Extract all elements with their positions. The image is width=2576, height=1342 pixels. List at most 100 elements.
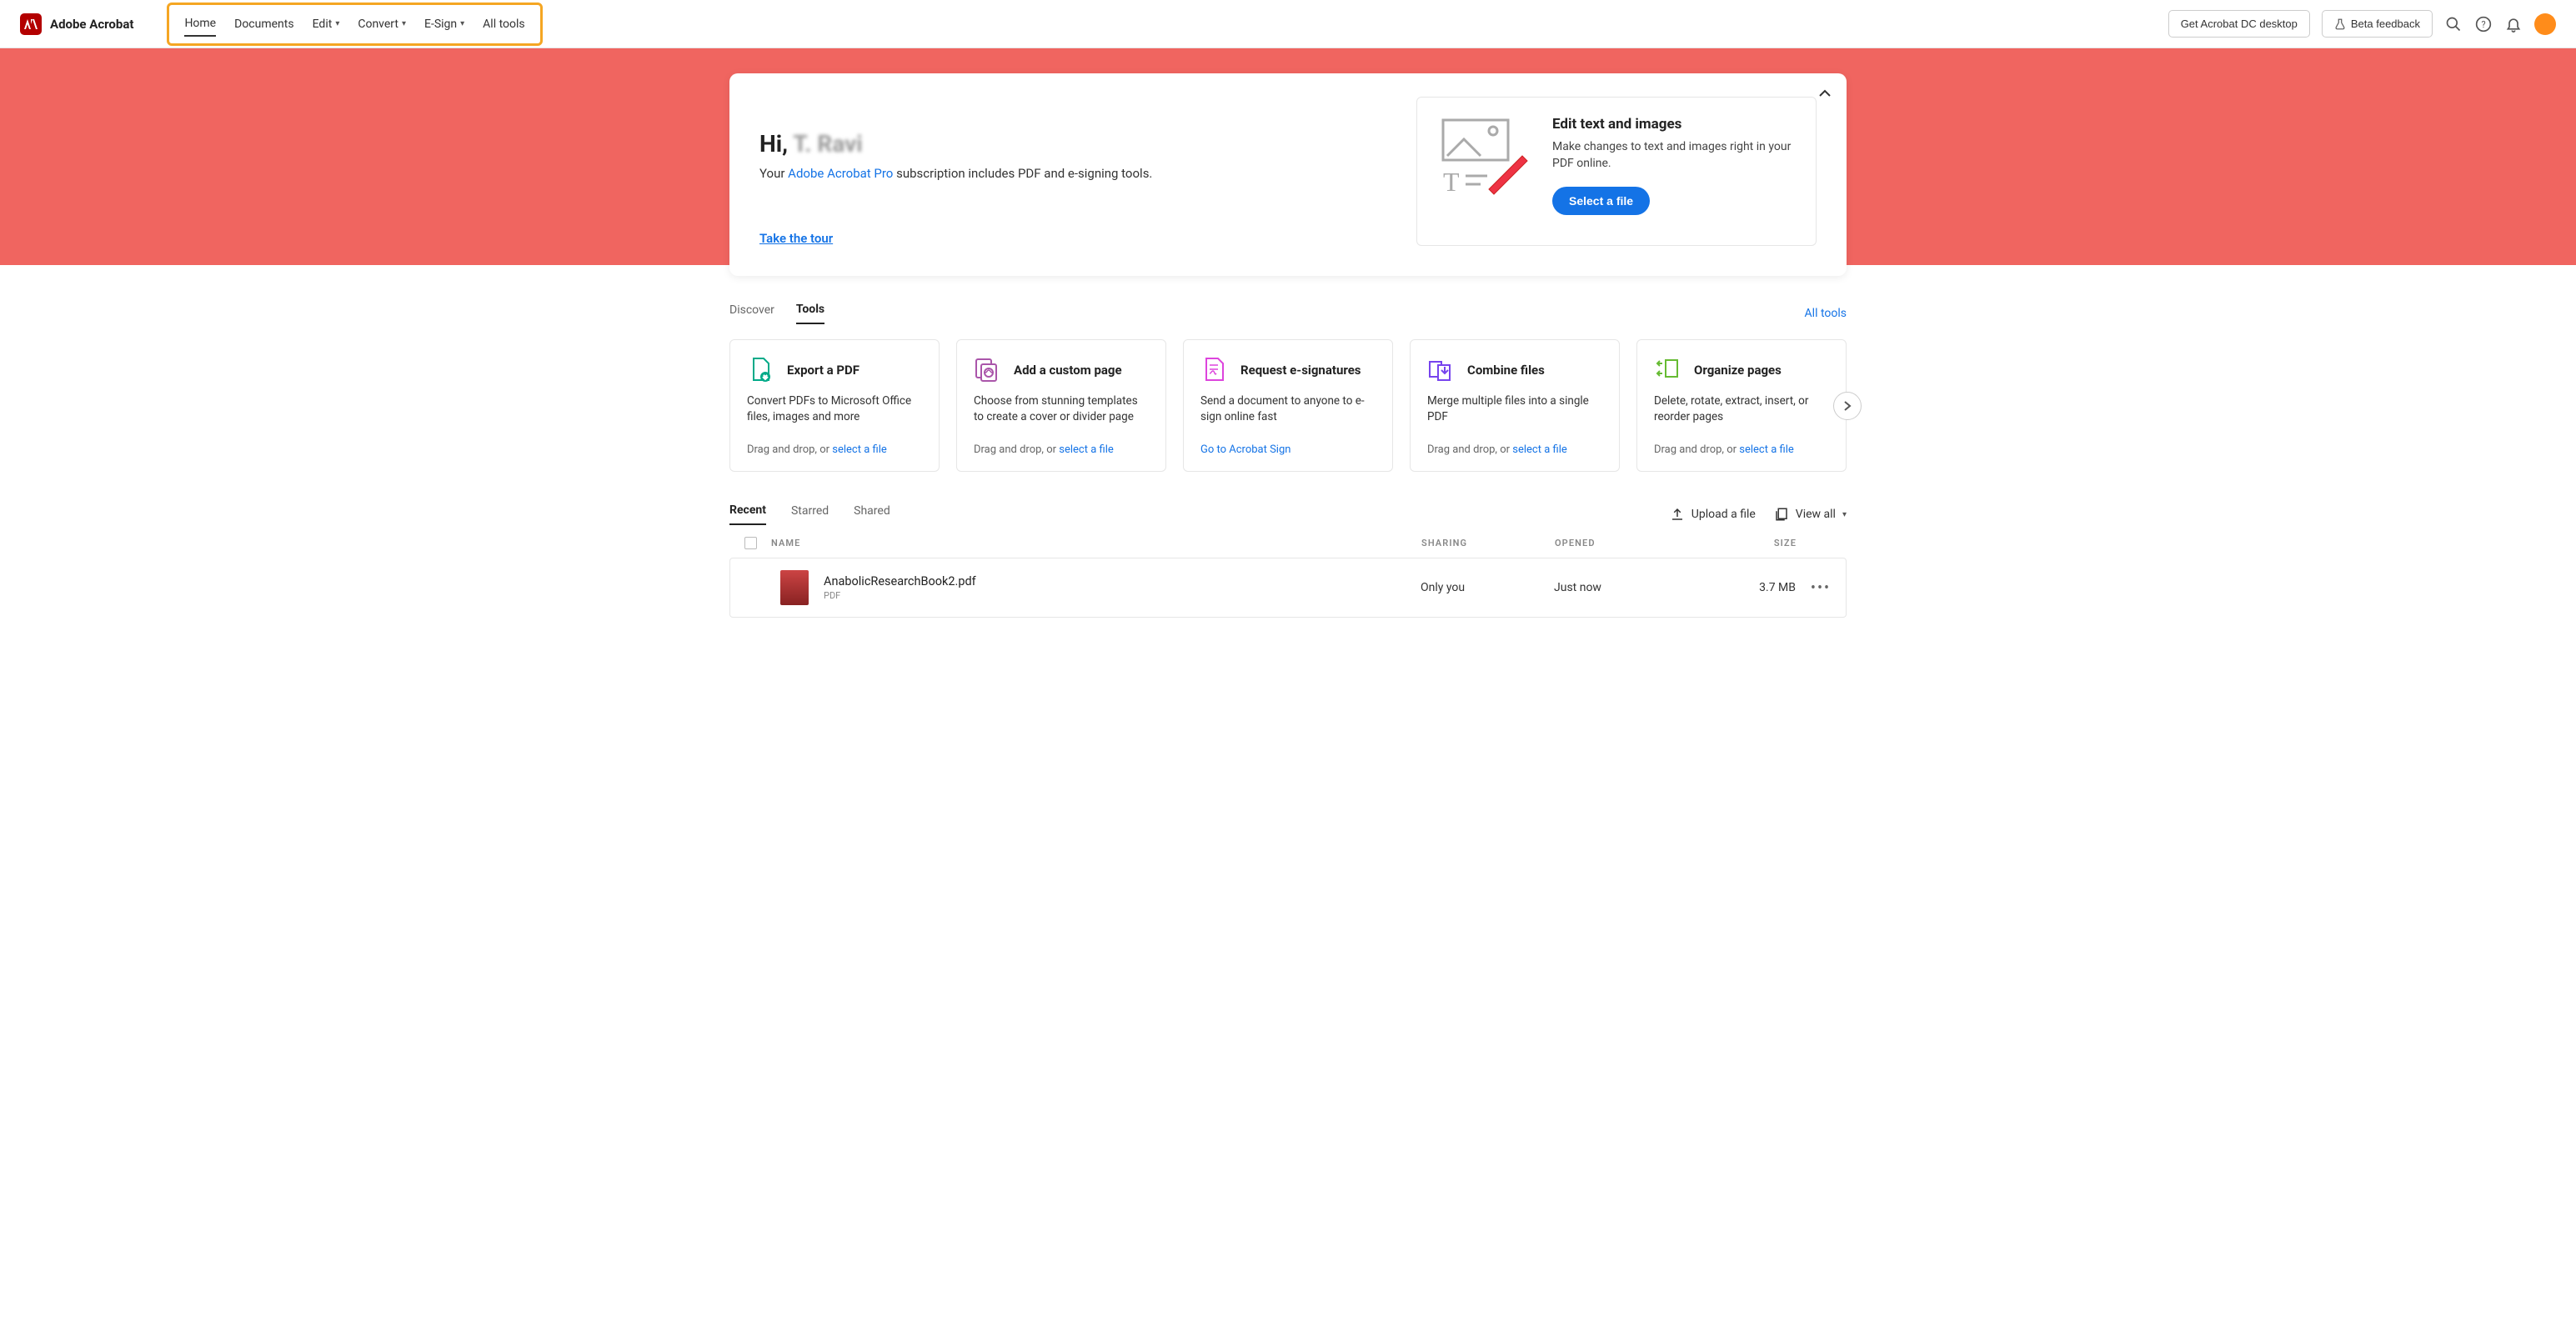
upload-label: Upload a file — [1691, 508, 1756, 521]
select-file-button[interactable]: Select a file — [1552, 187, 1650, 215]
header-actions: Get Acrobat DC desktop Beta feedback ? — [2168, 10, 2556, 38]
promo-description: Make changes to text and images right in… — [1552, 139, 1794, 172]
svg-text:T: T — [1443, 167, 1460, 197]
file-size: 3.7 MB — [1687, 581, 1796, 594]
tool-combine-files[interactable]: Combine files Merge multiple files into … — [1410, 339, 1620, 472]
svg-text:?: ? — [2481, 19, 2485, 30]
tool-title: Organize pages — [1694, 363, 1782, 378]
nav-all-tools[interactable]: All tools — [483, 13, 524, 36]
tool-action: Go to Acrobat Sign — [1200, 443, 1376, 456]
col-name[interactable]: NAME — [771, 538, 1421, 548]
chevron-down-icon: ▾ — [1842, 510, 1847, 519]
all-tools-link[interactable]: All tools — [1805, 307, 1847, 320]
nav-documents[interactable]: Documents — [234, 13, 293, 36]
recent-tabs: Recent Starred Shared Upload a file View… — [729, 503, 1847, 525]
sub-suffix: subscription includes PDF and e-signing … — [893, 166, 1152, 181]
chevron-down-icon: ▾ — [335, 19, 339, 28]
tool-add-custom-page[interactable]: Add a custom page Choose from stunning t… — [956, 339, 1166, 472]
user-avatar[interactable] — [2534, 13, 2556, 35]
tool-request-esignatures[interactable]: Request e-signatures Send a document to … — [1183, 339, 1393, 472]
organize-icon — [1654, 357, 1681, 383]
col-size[interactable]: SIZE — [1688, 538, 1797, 548]
search-icon[interactable] — [2444, 15, 2463, 33]
brand: Adobe Acrobat — [20, 13, 133, 35]
promo-card: T Edit text and images Make changes to t… — [1416, 97, 1817, 246]
greeting: Hi, T. Ravi — [759, 130, 1383, 158]
copy-icon — [1774, 507, 1789, 522]
file-thumbnail — [780, 570, 809, 605]
brand-name: Adobe Acrobat — [50, 17, 133, 32]
tab-shared[interactable]: Shared — [854, 504, 890, 524]
tab-starred[interactable]: Starred — [791, 504, 829, 524]
tool-title: Export a PDF — [787, 363, 860, 378]
nav-documents-label: Documents — [234, 18, 293, 31]
select-file-link[interactable]: select a file — [1059, 443, 1114, 456]
tools-row: Export a PDF Convert PDFs to Microsoft O… — [729, 339, 1847, 472]
export-pdf-icon — [747, 357, 774, 383]
bell-icon[interactable] — [2504, 15, 2523, 33]
files-table-header: NAME SHARING OPENED SIZE — [729, 525, 1847, 558]
tool-desc: Convert PDFs to Microsoft Office files, … — [747, 393, 922, 425]
take-tour-link[interactable]: Take the tour — [759, 231, 833, 246]
tool-action: Drag and drop, or select a file — [974, 443, 1149, 456]
collapse-hero-icon[interactable] — [1818, 85, 1832, 101]
custom-page-icon — [974, 357, 1000, 383]
select-file-link[interactable]: select a file — [1512, 443, 1567, 456]
acrobat-pro-link[interactable]: Adobe Acrobat Pro — [788, 166, 893, 181]
tab-tools[interactable]: Tools — [796, 303, 824, 324]
select-file-link[interactable]: select a file — [1739, 443, 1794, 456]
col-sharing[interactable]: SHARING — [1421, 538, 1555, 548]
beaker-icon — [2334, 18, 2346, 30]
subscription-text: Your Adobe Acrobat Pro subscription incl… — [759, 166, 1383, 181]
tool-organize-pages[interactable]: Organize pages Delete, rotate, extract, … — [1636, 339, 1847, 472]
greet-name: T. Ravi — [793, 130, 862, 158]
hero-card: Hi, T. Ravi Your Adobe Acrobat Pro subsc… — [729, 73, 1847, 276]
nav-edit[interactable]: Edit▾ — [313, 13, 340, 36]
upload-icon — [1670, 507, 1685, 522]
tools-scroll-next-button[interactable] — [1833, 392, 1862, 420]
app-header: Adobe Acrobat Home Documents Edit▾ Conve… — [0, 0, 2576, 48]
file-type: PDF — [824, 590, 976, 601]
sub-prefix: Your — [759, 166, 788, 181]
nav-convert[interactable]: Convert ▾ — [358, 13, 406, 36]
section-tabs: Discover Tools All tools — [729, 303, 1847, 324]
chevron-down-icon: ▾ — [460, 19, 464, 28]
nav-home-label: Home — [184, 17, 216, 30]
tab-recent[interactable]: Recent — [729, 503, 766, 525]
tab-discover[interactable]: Discover — [729, 303, 774, 323]
edit-image-icon: T — [1439, 116, 1531, 203]
nav-esign[interactable]: E-Sign▾ — [424, 13, 464, 36]
tool-desc: Delete, rotate, extract, insert, or reor… — [1654, 393, 1829, 425]
tool-desc: Merge multiple files into a single PDF — [1427, 393, 1602, 425]
nav-convert-label: Convert — [358, 18, 398, 31]
tool-action: Drag and drop, or select a file — [1427, 443, 1602, 456]
nav-all-tools-label: All tools — [483, 18, 524, 31]
help-icon[interactable]: ? — [2474, 15, 2493, 33]
nav-edit-label: Edit — [313, 18, 333, 31]
promo-title: Edit text and images — [1552, 116, 1794, 133]
beta-feedback-button[interactable]: Beta feedback — [2322, 10, 2433, 38]
get-desktop-button[interactable]: Get Acrobat DC desktop — [2168, 10, 2310, 38]
tool-title: Combine files — [1467, 363, 1545, 378]
upload-file-button[interactable]: Upload a file — [1670, 507, 1756, 522]
tool-title: Request e-signatures — [1240, 363, 1361, 378]
file-sharing: Only you — [1421, 581, 1554, 594]
select-file-link[interactable]: select a file — [832, 443, 887, 456]
select-all-checkbox[interactable] — [744, 537, 757, 549]
tool-action: Drag and drop, or select a file — [1654, 443, 1829, 456]
viewall-label: View all — [1796, 508, 1836, 521]
file-name: AnabolicResearchBook2.pdf — [824, 574, 976, 588]
nav-esign-label: E-Sign — [424, 18, 457, 31]
file-more-icon[interactable]: ••• — [1811, 579, 1831, 597]
view-all-button[interactable]: View all ▾ — [1774, 507, 1847, 522]
col-opened[interactable]: OPENED — [1555, 538, 1688, 548]
file-row[interactable]: AnabolicResearchBook2.pdf PDF Only you J… — [729, 558, 1847, 618]
tool-export-pdf[interactable]: Export a PDF Convert PDFs to Microsoft O… — [729, 339, 940, 472]
acrobat-sign-link[interactable]: Go to Acrobat Sign — [1200, 443, 1291, 456]
adobe-logo-icon — [20, 13, 42, 35]
greet-prefix: Hi, — [759, 130, 793, 158]
nav-home[interactable]: Home — [184, 12, 216, 37]
chevron-down-icon: ▾ — [402, 19, 406, 28]
esign-icon — [1200, 357, 1227, 383]
tool-desc: Choose from stunning templates to create… — [974, 393, 1149, 425]
